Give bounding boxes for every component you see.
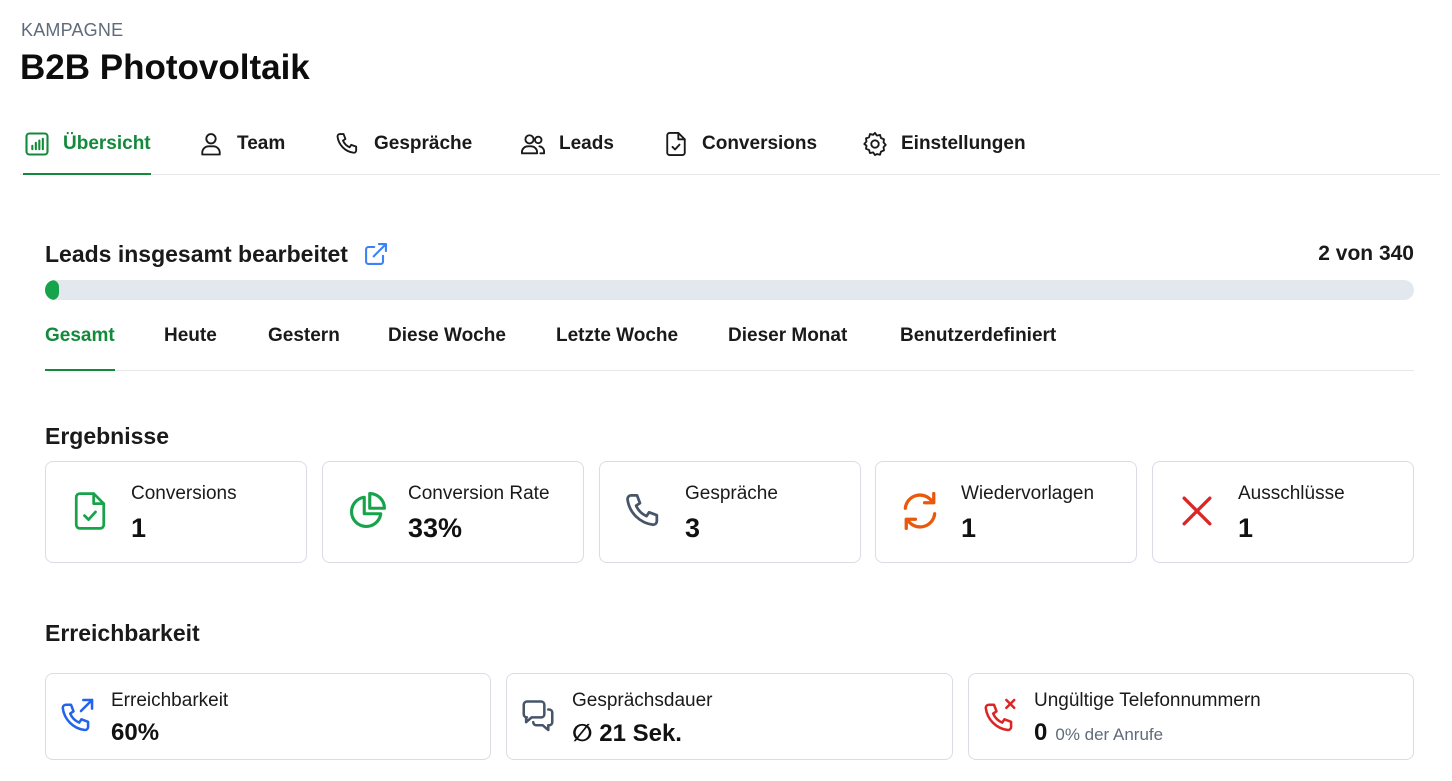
- results-section-title: Ergebnisse: [45, 423, 169, 449]
- reach-card-gespraechsdauer: Gesprächsdauer ∅ 21 Sek.: [506, 673, 953, 760]
- card-label: Conversions: [131, 483, 237, 504]
- card-value: 1: [961, 513, 977, 543]
- card-value-text: 60%: [111, 719, 160, 746]
- leads-processed-label: Leads insgesamt bearbeitet: [45, 240, 348, 267]
- phone-x-icon: [984, 698, 1016, 732]
- period-tab-letzte-woche[interactable]: Letzte Woche: [556, 315, 678, 370]
- tab-conversions[interactable]: Conversions: [662, 114, 817, 174]
- page-title: B2B Photovoltaik: [20, 48, 310, 87]
- campaign-eyebrow: KAMPAGNE: [21, 20, 124, 40]
- campaign-overview-page: KAMPAGNE B2B Photovoltaik Übersicht Team: [0, 0, 1452, 781]
- tab-gespraeche[interactable]: Gespräche: [334, 114, 472, 174]
- leads-progress-fill: [45, 280, 59, 300]
- users-icon: [520, 134, 546, 155]
- period-tab-gesamt[interactable]: Gesamt: [45, 315, 115, 371]
- card-value: 1: [131, 513, 147, 543]
- tab-team[interactable]: Team: [197, 114, 285, 174]
- card-value: 3: [685, 513, 701, 543]
- tab-label: Gespräche: [374, 133, 473, 154]
- tab-einstellungen[interactable]: Einstellungen: [861, 114, 1026, 174]
- tab-label: Conversions: [702, 133, 818, 154]
- phone-icon: [626, 494, 659, 527]
- reach-card-ungueltige-nummern: Ungültige Telefonnummern 0 0% der Anrufe: [968, 673, 1414, 760]
- card-label: Conversion Rate: [408, 483, 550, 504]
- leads-processed-count: 2 von 340: [1318, 242, 1414, 265]
- file-check-icon: [74, 492, 106, 530]
- reachability-section-title: Erreichbarkeit: [45, 620, 200, 646]
- card-value: 33%: [408, 513, 463, 543]
- card-value-text: ∅ 21 Sek.: [572, 720, 682, 747]
- card-label: Erreichbarkeit: [111, 690, 229, 711]
- leads-processed-title: Leads insgesamt bearbeitet: [45, 240, 390, 268]
- tab-label: Team: [237, 133, 286, 154]
- phone-icon: [336, 133, 358, 154]
- pie-chart-icon: [350, 492, 386, 528]
- period-tab-gestern[interactable]: Gestern: [268, 315, 340, 370]
- tab-label: Einstellungen: [901, 133, 1026, 154]
- card-value: ∅ 21 Sek.: [572, 719, 682, 748]
- main-tabs: Übersicht Team Gespräche Leads Conversio…: [20, 114, 1440, 175]
- phone-outgoing-icon: [61, 698, 94, 732]
- refresh-icon: [903, 491, 937, 531]
- result-card-ausschluesse: Ausschlüsse 1: [1152, 461, 1414, 563]
- tab-leads[interactable]: Leads: [519, 114, 614, 174]
- card-label: Wiedervorlagen: [961, 483, 1095, 504]
- tab-label: Leads: [559, 133, 614, 154]
- card-label: Ungültige Telefonnummern: [1034, 690, 1261, 711]
- period-tab-diese-woche[interactable]: Diese Woche: [388, 315, 506, 370]
- card-label: Gesprächsdauer: [572, 690, 713, 711]
- result-card-wiedervorlagen: Wiedervorlagen 1: [875, 461, 1137, 563]
- x-icon: [1182, 496, 1212, 526]
- file-check-icon: [666, 131, 686, 157]
- gear-icon: [863, 131, 887, 157]
- result-card-gespraeche: Gespräche 3: [599, 461, 861, 563]
- period-tab-dieser-monat[interactable]: Dieser Monat: [728, 315, 847, 370]
- card-value: 1: [1238, 513, 1254, 543]
- card-value-text: 0: [1034, 719, 1048, 746]
- card-label: Gespräche: [685, 483, 778, 504]
- tab-uebersicht[interactable]: Übersicht: [23, 114, 151, 175]
- external-link-icon[interactable]: [362, 240, 390, 268]
- period-tab-benutzerdefiniert[interactable]: Benutzerdefiniert: [900, 315, 1056, 370]
- bar-chart-icon: [25, 132, 49, 156]
- card-subtext: 0% der Anrufe: [1055, 725, 1164, 744]
- card-value: 0 0% der Anrufe: [1034, 719, 1163, 747]
- user-icon: [201, 133, 221, 156]
- period-tab-heute[interactable]: Heute: [164, 315, 217, 370]
- card-value: 60%: [111, 719, 159, 747]
- leads-progress-bar: [45, 280, 1414, 300]
- card-label: Ausschlüsse: [1238, 483, 1345, 504]
- result-card-conversion-rate: Conversion Rate 33%: [322, 461, 584, 563]
- tab-label: Übersicht: [63, 133, 151, 154]
- reach-card-erreichbarkeit: Erreichbarkeit 60%: [45, 673, 491, 760]
- result-card-conversions: Conversions 1: [45, 461, 307, 563]
- period-tabs: Gesamt Heute Gestern Diese Woche Letzte …: [45, 315, 1414, 371]
- chat-bubbles-icon: [522, 700, 554, 732]
